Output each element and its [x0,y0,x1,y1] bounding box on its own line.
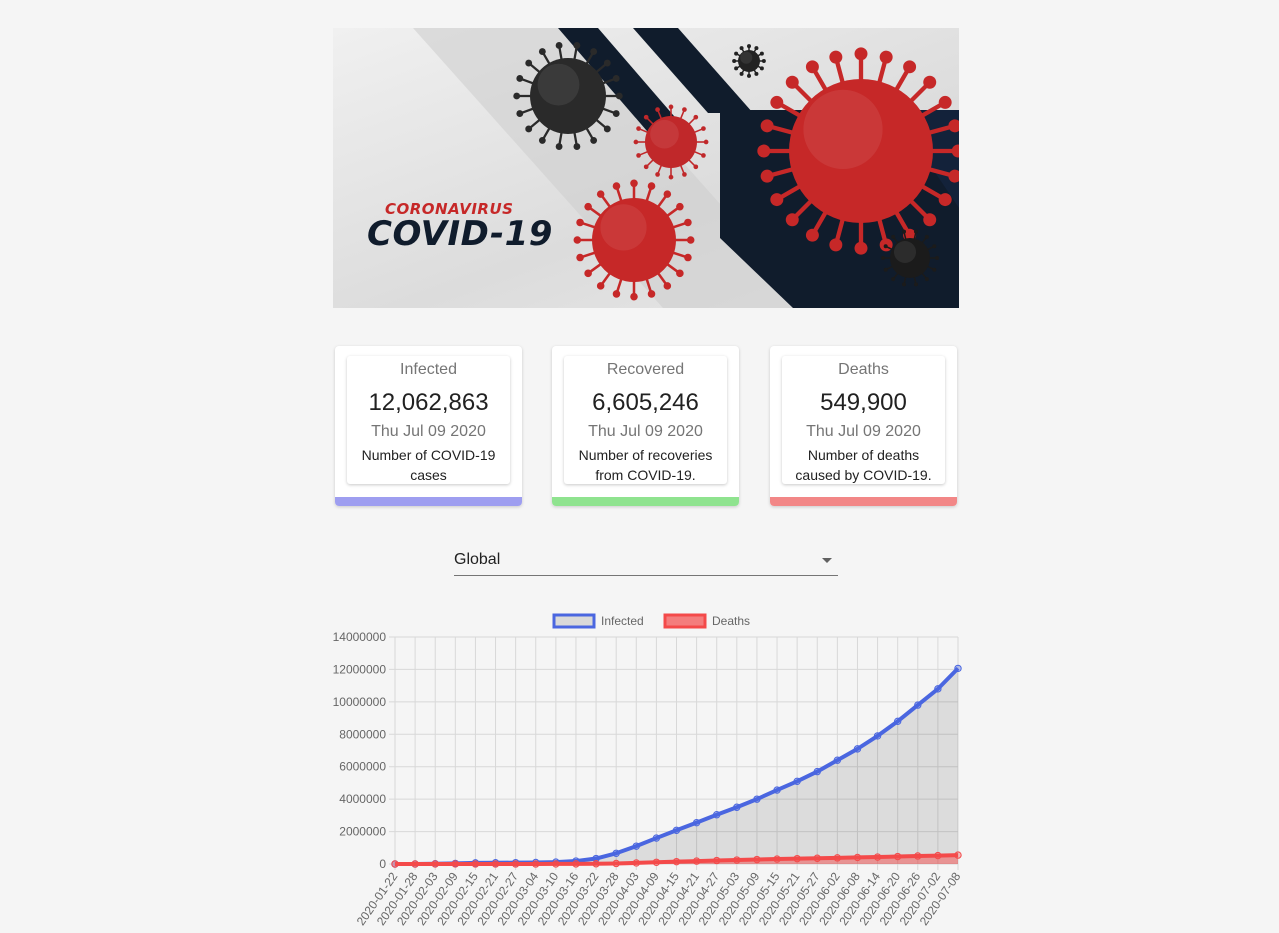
data-point[interactable] [813,767,821,776]
chart-canvas: Infected Deaths 0 2000000 4000000 6000000 8000… [333,613,964,928]
infected-description: Number of COVID-19 cases [361,447,496,483]
data-point[interactable] [773,786,781,794]
recovered-count: 6,605,246 [592,389,699,416]
data-point[interactable] [833,756,842,764]
deaths-description: Number of deaths caused by COVID-19. [795,447,932,483]
data-point[interactable] [592,860,600,868]
data-point[interactable] [532,860,540,868]
infected-count: 12,062,863 [368,389,489,416]
data-point[interactable] [914,852,922,860]
legend-label: Infected [601,614,644,628]
y-tick-label: 10000000 [333,695,387,709]
data-point[interactable] [572,860,580,868]
deaths-color-bar [770,497,957,506]
deaths-date: Thu Jul 09 2020 [806,423,921,440]
dropdown-arrow-icon[interactable] [822,558,832,563]
data-point[interactable] [914,701,922,709]
data-point[interactable] [833,854,842,862]
data-point[interactable] [893,852,902,861]
hero-title: COVID-19 [367,214,553,254]
infected-card: Infected 12,062,863 Thu Jul 09 2020 Numb… [335,346,522,506]
virus-dark-small-icon [732,44,766,78]
country-select-value: Global [454,551,501,568]
data-point[interactable] [471,860,480,868]
recovered-card: Recovered 6,605,246 Thu Jul 09 2020 Numb… [552,346,739,506]
data-point[interactable] [733,856,741,864]
y-tick-label: 4000000 [339,792,386,806]
data-point[interactable] [552,860,560,868]
y-tick-label: 6000000 [339,760,386,774]
data-point[interactable] [612,849,620,857]
data-point[interactable] [934,685,942,693]
data-point[interactable] [733,803,741,811]
data-point[interactable] [612,859,620,868]
y-tick-label: 8000000 [339,727,386,741]
legend-label: Deaths [712,614,750,628]
data-point[interactable] [853,853,862,862]
recovered-color-bar [552,497,739,506]
recovered-description: Number of recoveries from COVID-19. [578,447,713,483]
virus-red-small-icon [633,104,709,180]
legend-swatch [552,613,596,629]
infected-label: Infected [400,361,457,378]
legend-item-infected[interactable]: Infected [552,613,644,629]
data-point[interactable] [692,818,701,827]
data-point[interactable] [873,732,882,740]
y-tick-label: 12000000 [333,662,387,676]
chart-legend: Infected Deaths [552,613,750,629]
data-point[interactable] [713,811,721,819]
data-point[interactable] [632,859,640,867]
data-point[interactable] [391,860,399,868]
data-point[interactable] [853,745,862,753]
data-point[interactable] [451,860,460,868]
hero-banner: CORONAVIRUS COVID-19 [333,28,959,308]
data-point[interactable] [793,854,801,863]
recovered-date: Thu Jul 09 2020 [588,423,703,440]
data-point[interactable] [511,860,520,868]
data-point[interactable] [632,842,640,850]
deaths-card-content: Deaths 549,900 Thu Jul 09 2020 Number of… [782,356,945,484]
y-tick-label: 14000000 [333,630,387,644]
data-point[interactable] [873,853,882,861]
infected-color-bar [335,497,522,506]
data-point[interactable] [813,854,821,862]
data-point[interactable] [893,717,902,726]
data-point[interactable] [672,857,681,866]
data-point[interactable] [431,860,439,868]
data-point[interactable] [793,777,801,786]
data-point[interactable] [753,855,761,864]
deaths-label: Deaths [838,361,889,378]
data-point[interactable] [692,857,701,865]
data-point[interactable] [753,795,761,803]
infected-card-content: Infected 12,062,863 Thu Jul 09 2020 Numb… [347,356,510,484]
data-point[interactable] [773,855,781,863]
covid-line-chart: Infected Deaths 0 2000000 4000000 6000000 8000… [330,610,970,933]
data-point[interactable] [672,826,681,834]
y-tick-label: 0 [379,857,386,871]
deaths-card: Deaths 549,900 Thu Jul 09 2020 Number of… [770,346,957,506]
recovered-label: Recovered [606,361,685,378]
data-point[interactable] [954,851,962,859]
legend-swatch [663,613,707,629]
country-select[interactable]: Global [454,545,838,576]
legend-item-deaths[interactable]: Deaths [663,613,750,629]
deaths-count: 549,900 [820,389,907,416]
data-point[interactable] [411,860,419,868]
data-point[interactable] [934,851,942,860]
recovered-card-content: Recovered 6,605,246 Thu Jul 09 2020 Numb… [564,356,727,484]
hero-illustration [413,28,959,308]
data-point[interactable] [652,834,661,842]
data-point[interactable] [652,858,661,866]
data-point[interactable] [491,860,500,868]
infected-date: Thu Jul 09 2020 [371,423,486,440]
data-point[interactable] [713,856,721,865]
data-point[interactable] [954,664,962,673]
y-tick-label: 2000000 [339,825,386,839]
